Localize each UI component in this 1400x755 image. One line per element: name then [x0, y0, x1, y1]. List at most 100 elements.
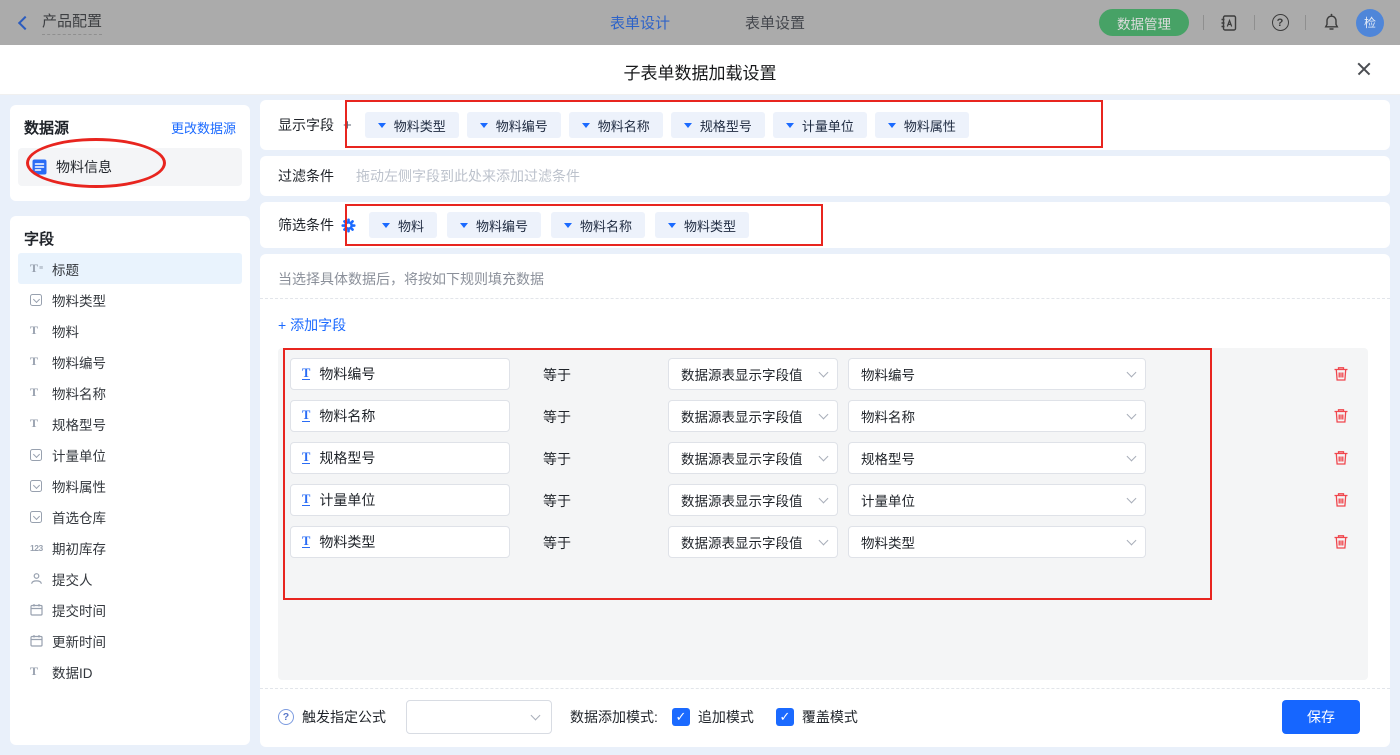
delete-rule-icon[interactable] — [1332, 491, 1350, 509]
rule-field-box[interactable]: T 规格型号 — [290, 442, 510, 474]
change-datasource-link[interactable]: 更改数据源 — [171, 118, 236, 137]
overwrite-mode-option[interactable]: 覆盖模式 — [775, 707, 858, 727]
triangle-down-icon — [382, 222, 390, 228]
equals-label: 等于 — [543, 535, 571, 551]
source-type-select[interactable]: 数据源表显示字段值 — [668, 358, 838, 390]
delete-rule-icon[interactable] — [1332, 449, 1350, 467]
triangle-down-icon — [460, 222, 469, 228]
back-button[interactable]: 产品配置 — [17, 10, 103, 35]
source-field-select[interactable]: 物料类型 — [848, 526, 1146, 558]
source-type-select[interactable]: 数据源表显示字段值 — [668, 442, 838, 474]
title-icon: T ≡ — [30, 261, 44, 275]
chevron-down-icon — [818, 409, 829, 420]
source-field-select[interactable]: 规格型号 — [848, 442, 1146, 474]
chevron-down-icon — [530, 710, 541, 721]
triangle-down-icon — [887, 122, 896, 128]
tab-form-settings[interactable]: 表单设置 — [745, 12, 805, 33]
user-avatar[interactable]: 检 — [1356, 8, 1384, 37]
source-field-select[interactable]: 计量单位 — [848, 484, 1146, 516]
chevron-down-icon — [818, 367, 829, 378]
add-display-field-icon[interactable]: + — [343, 117, 352, 134]
form-doc-icon — [32, 159, 47, 175]
sidebar-field-item[interactable]: T 物料名称 — [18, 377, 242, 408]
add-field-button[interactable]: + 添加字段 — [278, 315, 346, 335]
append-mode-option[interactable]: 追加模式 — [671, 707, 754, 727]
source-type-select[interactable]: 数据源表显示字段值 — [668, 400, 838, 432]
field-tag[interactable]: 物料编号 — [466, 112, 561, 138]
sidebar-field-item[interactable]: 123 期初库存 — [18, 532, 242, 563]
field-tag[interactable]: 物料名称 — [568, 112, 663, 138]
text-input-icon: T — [30, 416, 39, 430]
tab-form-design[interactable]: 表单设计 — [610, 12, 670, 33]
save-button[interactable]: 保存 — [1282, 700, 1360, 734]
filter-condition-row: 过滤条件 拖动左侧字段到此处来添加过滤条件 — [260, 156, 1390, 196]
field-tag[interactable]: 物料类型 — [364, 112, 459, 138]
field-tag[interactable]: 物料名称 — [551, 212, 646, 238]
equals-label: 等于 — [543, 493, 571, 509]
delete-rule-icon[interactable] — [1332, 365, 1350, 383]
formula-select[interactable] — [406, 700, 552, 734]
sidebar-field-item[interactable]: T 规格型号 — [18, 408, 242, 439]
delete-rule-icon[interactable] — [1332, 533, 1350, 551]
rule-field-box[interactable]: T 计量单位 — [290, 484, 510, 516]
sidebar-field-item[interactable]: T 物料编号 — [18, 346, 242, 377]
display-field-tags: 物料类型 物料编号 物料名称 规格型号 计量单位 物料属性 — [364, 112, 969, 138]
fields-panel: 字段 T ≡ 标题 物料类型 T 物料 T 物料编号 T 物料名称 T 规格型号 … — [10, 216, 250, 745]
help-icon[interactable]: ? — [278, 709, 294, 725]
field-tag[interactable]: 规格型号 — [670, 112, 765, 138]
datasource-item-label: 物料信息 — [56, 159, 112, 175]
triangle-down-icon — [564, 222, 573, 228]
back-label: 产品配置 — [42, 10, 103, 35]
gear-icon[interactable] — [341, 217, 356, 233]
modal-footer: ? 触发指定公式 数据添加模式: 追加模式 覆盖模式 — [260, 700, 1390, 734]
top-tabs: 表单设计 表单设置 — [610, 0, 805, 45]
text-input-icon: T — [302, 492, 311, 506]
field-tag[interactable]: 物料属性 — [874, 112, 969, 138]
datasource-panel: 数据源 更改数据源 物料信息 — [10, 105, 250, 201]
filter-drop-zone[interactable]: 拖动左侧字段到此处来添加过滤条件 — [356, 166, 580, 186]
sidebar-field-item[interactable]: 计量单位 — [18, 439, 242, 470]
top-navbar: 产品配置 表单设计 表单设置 数据管理 ? 检 — [0, 0, 1400, 45]
text-input-icon: T — [302, 408, 311, 422]
rule-field-box[interactable]: T 物料名称 — [290, 400, 510, 432]
address-book-icon[interactable] — [1218, 12, 1240, 34]
triangle-down-icon — [683, 122, 692, 128]
filter-condition-label: 过滤条件 — [278, 168, 334, 184]
field-tag[interactable]: 计量单位 — [772, 112, 867, 138]
checkbox-checked-icon[interactable] — [775, 708, 794, 726]
display-fields-row: 显示字段 + 物料类型 物料编号 物料名称 规格型号 计量单位 物料属性 — [260, 100, 1390, 150]
chevron-down-icon — [818, 493, 829, 504]
sidebar-field-item[interactable]: 更新时间 — [18, 625, 242, 656]
datetime-icon — [30, 634, 52, 647]
field-tag[interactable]: 物料编号 — [447, 212, 542, 238]
sidebar-field-item[interactable]: T ≡ 标题 — [18, 253, 242, 284]
source-type-select[interactable]: 数据源表显示字段值 — [668, 484, 838, 516]
sidebar-field-item[interactable]: 提交人 — [18, 563, 242, 594]
sidebar-field-item[interactable]: 首选仓库 — [18, 501, 242, 532]
field-tag[interactable]: 物料 — [369, 212, 438, 238]
datasource-item[interactable]: 物料信息 — [18, 148, 242, 186]
delete-rule-icon[interactable] — [1332, 407, 1350, 425]
notification-bell-icon[interactable] — [1320, 12, 1342, 34]
divider — [1203, 15, 1204, 30]
field-tag[interactable]: 物料类型 — [655, 212, 750, 238]
source-field-select[interactable]: 物料名称 — [848, 400, 1146, 432]
sidebar-field-item[interactable]: T 数据ID — [18, 656, 242, 687]
chevron-down-icon — [1126, 367, 1137, 378]
help-icon[interactable]: ? — [1269, 12, 1291, 34]
rule-field-box[interactable]: T 物料编号 — [290, 358, 510, 390]
checkbox-checked-icon[interactable] — [671, 708, 690, 726]
text-input-icon: T — [302, 534, 311, 548]
chevron-down-icon — [818, 535, 829, 546]
source-field-select[interactable]: 物料编号 — [848, 358, 1146, 390]
rule-field-box[interactable]: T 物料类型 — [290, 526, 510, 558]
number-icon: 123 — [30, 542, 43, 553]
sidebar-field-item[interactable]: 物料类型 — [18, 284, 242, 315]
close-icon[interactable] — [1354, 59, 1374, 79]
data-manage-button[interactable]: 数据管理 — [1099, 9, 1189, 36]
sidebar-field-item[interactable]: 提交时间 — [18, 594, 242, 625]
text-input-icon: T — [30, 664, 39, 678]
source-type-select[interactable]: 数据源表显示字段值 — [668, 526, 838, 558]
sidebar-field-item[interactable]: T 物料 — [18, 315, 242, 346]
sidebar-field-item[interactable]: 物料属性 — [18, 470, 242, 501]
